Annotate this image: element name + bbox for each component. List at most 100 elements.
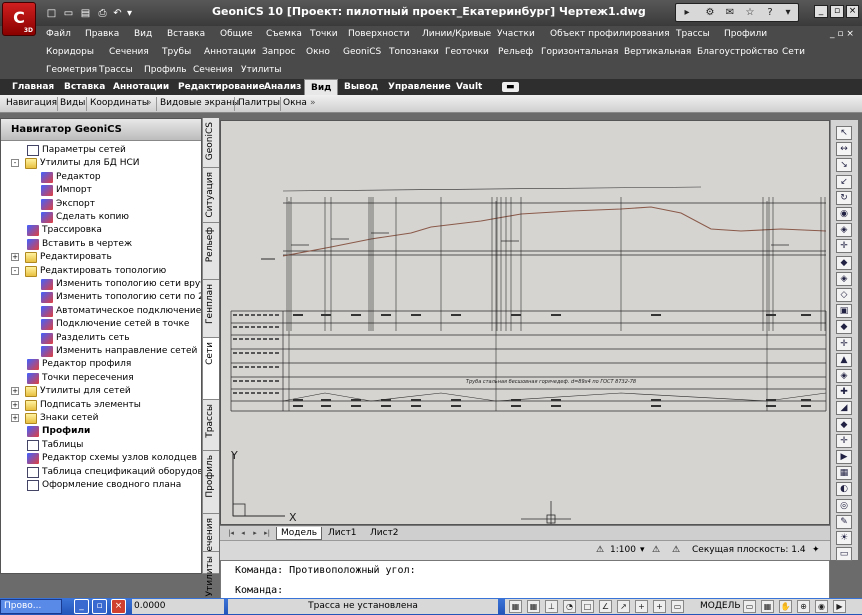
tree-item-equipment-table[interactable]: Таблица спецификаций оборудования	[1, 466, 201, 479]
menu-sections[interactable]: Сечения	[109, 47, 149, 57]
lineweight-icon[interactable]: +	[653, 600, 666, 613]
menu-edit[interactable]: Правка	[85, 29, 119, 39]
tree-item-topology-2-points[interactable]: Изменить топологию сети по 2 точкам	[1, 291, 201, 304]
tree-item-tables[interactable]: Таблицы	[1, 439, 201, 452]
snap-node-icon[interactable]: ◈	[836, 271, 852, 286]
otrack-icon[interactable]: ∠	[599, 600, 612, 613]
expand-icon[interactable]: +	[11, 253, 19, 262]
pan-icon[interactable]: ✋	[779, 600, 792, 613]
tab-sheet1[interactable]: Лист1	[324, 527, 361, 540]
snap-endpoint-icon[interactable]: ◈	[836, 223, 852, 238]
qp-icon[interactable]: ▭	[671, 600, 684, 613]
tree-item-sign-elements[interactable]: + Подписать элементы	[1, 399, 201, 412]
tab-output[interactable]: Вывод	[344, 79, 378, 95]
menu-close-icon[interactable]: _ ▫ ×	[830, 29, 854, 39]
tab-utilities[interactable]: Утилиты	[203, 552, 219, 597]
tree-item-make-copy[interactable]: Сделать копию	[1, 211, 201, 224]
menu-parcels[interactable]: Участки	[497, 29, 535, 39]
communication-icon[interactable]: ✉	[722, 6, 738, 20]
tab-networks[interactable]: Сети	[203, 338, 219, 400]
collapse-icon[interactable]: -	[11, 266, 19, 275]
dyn-icon[interactable]: +	[635, 600, 648, 613]
snap-tangent-icon[interactable]: ◈	[836, 369, 852, 383]
tree-item-edit-topology[interactable]: - Редактировать топологию	[1, 265, 201, 278]
menu-geopoints[interactable]: Геоточки	[445, 47, 489, 57]
snap-midpoint-icon[interactable]: ✛	[836, 239, 852, 254]
dim-aligned-icon[interactable]: ↔	[836, 142, 852, 157]
open-folder-icon[interactable]: ▭	[61, 6, 76, 21]
measure-icon[interactable]: ▶	[836, 450, 852, 464]
minimize-icon[interactable]: _	[814, 5, 828, 18]
panel-viewports[interactable]: Видовые экраны	[160, 98, 239, 108]
snap-quadrant-icon[interactable]: ◇	[836, 288, 852, 302]
menu-utilities[interactable]: Утилиты	[241, 65, 282, 75]
expand-icon[interactable]: +	[11, 387, 19, 396]
snap-extension-icon[interactable]: ◆	[836, 320, 852, 335]
menu-general[interactable]: Общие	[220, 29, 253, 39]
menu-annotations[interactable]: Аннотации	[204, 47, 256, 57]
quick-view-layouts-icon[interactable]: ▭	[743, 600, 756, 613]
snap-icon[interactable]: ▦	[509, 600, 522, 613]
menu-horizontal[interactable]: Горизонтальная	[541, 47, 618, 57]
tree-item-import[interactable]: Импорт	[1, 184, 201, 197]
collapse-icon[interactable]: -	[11, 159, 19, 168]
zoom-extents-icon[interactable]: ◎	[836, 498, 852, 513]
layer-icon[interactable]: ◐	[836, 482, 852, 497]
new-file-icon[interactable]: □	[44, 6, 59, 21]
dim-linear-icon[interactable]: ↖	[836, 126, 852, 140]
menu-inquiry[interactable]: Запрос	[262, 47, 295, 57]
osnap-icon[interactable]: □	[581, 600, 594, 613]
menu-grading[interactable]: Объект профилирования	[550, 29, 670, 39]
quick-access-dropdown-icon[interactable]: ▾	[122, 6, 137, 21]
taskbar-minimize-icon[interactable]: _	[74, 599, 89, 614]
tree-item-change-direction[interactable]: Изменить направление сетей	[1, 345, 201, 358]
tab-relief[interactable]: Рельеф	[203, 223, 219, 280]
network-icon[interactable]: ⚙	[702, 6, 718, 20]
snap-insertion-icon[interactable]: ✛	[836, 336, 852, 351]
tab-home[interactable]: Главная	[12, 79, 54, 95]
help-icon[interactable]: ?	[762, 6, 778, 20]
lightbulb-icon[interactable]: ✦	[812, 545, 820, 555]
snap-apparent-icon[interactable]: ◢	[836, 401, 852, 416]
tree-item-split-network[interactable]: Разделить сеть	[1, 332, 201, 345]
dim-arc-icon[interactable]: ↘	[836, 158, 852, 173]
next-tab-icon[interactable]: ▸	[250, 528, 260, 538]
favorites-star-icon[interactable]: ☆	[742, 6, 758, 20]
menu-alignments[interactable]: Трассы	[676, 29, 710, 39]
tree-item-summary-plan[interactable]: Оформление сводного плана	[1, 479, 201, 492]
tab-routes[interactable]: Трассы	[203, 400, 219, 451]
tab-profile[interactable]: Профиль	[203, 451, 219, 514]
menu-window[interactable]: Окно	[306, 47, 330, 57]
menu-cross-sections[interactable]: Сечения	[193, 65, 233, 75]
tab-model[interactable]: Модель	[276, 527, 323, 540]
viewport-icon[interactable]: ▭	[836, 547, 852, 562]
quick-view-drawings-icon[interactable]: ▦	[761, 600, 774, 613]
edit-icon[interactable]: ✎	[836, 514, 852, 529]
tab-situation[interactable]: Ситуация	[203, 168, 219, 223]
tab-sheet2[interactable]: Лист2	[366, 527, 403, 540]
tab-annotate[interactable]: Аннотации	[113, 79, 169, 95]
first-tab-icon[interactable]: |◂	[226, 528, 236, 538]
zoom-icon[interactable]: ⊕	[797, 600, 810, 613]
table-icon[interactable]: ▦	[836, 466, 852, 481]
ribbon-minimize-icon[interactable]: ▬	[502, 82, 519, 92]
annotation-scale[interactable]: 1:100	[610, 545, 636, 555]
save-icon[interactable]: ▤	[78, 6, 93, 21]
annotation-visibility-icon[interactable]: ⚠	[652, 545, 660, 555]
menu-insert[interactable]: Вставка	[167, 29, 205, 39]
dim-diameter-icon[interactable]: ◉	[836, 207, 852, 221]
binoculars-icon[interactable]: ▸	[679, 6, 695, 20]
panel-palettes[interactable]: Палитры	[238, 98, 280, 108]
drawing-canvas[interactable]: Труба стальная бесшовная горячедеф. d=89…	[220, 120, 830, 525]
expand-icon[interactable]: +	[11, 414, 19, 422]
panel-expand-icon[interactable]: »	[146, 98, 152, 108]
command-line[interactable]: Команда: Противоположный угол: Команда:	[220, 560, 830, 600]
auto-scale-icon[interactable]: ⚠	[672, 545, 680, 555]
tree-item-tracing[interactable]: Трассировка	[1, 224, 201, 237]
tree-item-export[interactable]: Экспорт	[1, 198, 201, 211]
help-dropdown-icon[interactable]: ▾	[780, 6, 796, 20]
last-tab-icon[interactable]: ▸|	[262, 528, 272, 538]
grid-icon[interactable]: ▦	[527, 600, 540, 613]
panel-navigation[interactable]: Навигация	[6, 98, 57, 108]
steering-wheel-icon[interactable]: ◉	[815, 600, 828, 613]
